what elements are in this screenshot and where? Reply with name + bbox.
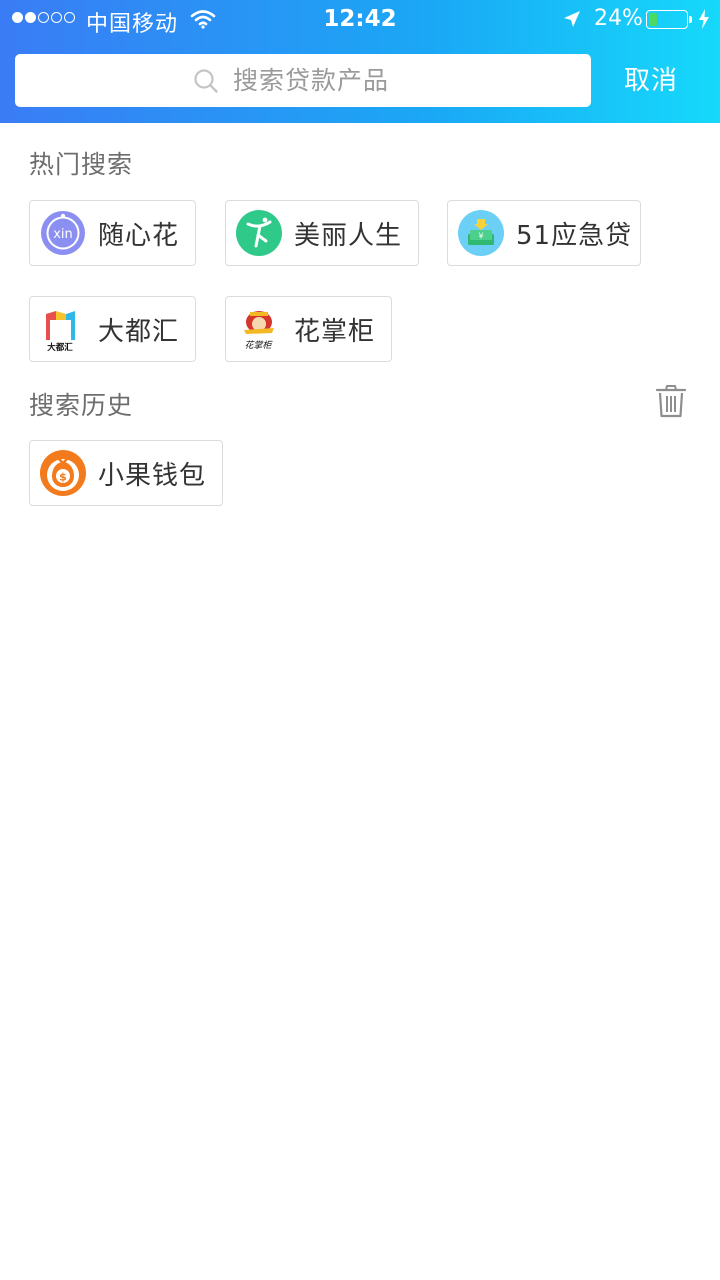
battery-percent: 24% bbox=[594, 6, 643, 31]
svg-text:花掌柜: 花掌柜 bbox=[244, 340, 273, 351]
hot-search-item-huazhanggui[interactable]: 花掌柜 花掌柜 bbox=[225, 296, 392, 362]
search-icon bbox=[194, 68, 218, 93]
search-history-title: 搜索历史 bbox=[29, 391, 134, 420]
hot-search-title: 热门搜索 bbox=[29, 150, 134, 179]
hot-search-item-51yingjidai[interactable]: ¥ 51应急贷 bbox=[447, 200, 641, 266]
xiaoguoqianbao-logo-icon: $ bbox=[40, 450, 86, 496]
search-input[interactable] bbox=[233, 66, 413, 95]
huazhanggui-logo-icon: 花掌柜 bbox=[236, 306, 282, 352]
suixinhua-logo-text: xin bbox=[53, 227, 73, 242]
header-bar: 中国移动 12:42 24% 取消 bbox=[0, 0, 720, 123]
trash-icon[interactable] bbox=[655, 384, 687, 418]
battery-icon bbox=[646, 10, 692, 29]
hot-search-item-label: 花掌柜 bbox=[294, 316, 376, 347]
battery-fill bbox=[649, 13, 657, 26]
hot-search-item-daduhui[interactable]: 大都汇 大都汇 bbox=[29, 296, 196, 362]
status-bar: 中国移动 12:42 24% bbox=[0, 0, 720, 40]
hot-search-item-suixinhua[interactable]: xin 随心花 bbox=[29, 200, 196, 266]
location-arrow-icon bbox=[564, 11, 580, 27]
search-box[interactable] bbox=[15, 54, 591, 107]
hot-search-item-label: 随心花 bbox=[98, 220, 180, 251]
yingjidai-logo-icon: ¥ bbox=[458, 210, 504, 256]
xiaoguoqianbao-logo-text: $ bbox=[59, 471, 67, 484]
hot-search-item-label: 51应急贷 bbox=[516, 220, 633, 251]
cancel-button[interactable]: 取消 bbox=[608, 62, 694, 100]
svg-text:¥: ¥ bbox=[478, 232, 483, 241]
svg-text:大都汇: 大都汇 bbox=[47, 342, 73, 352]
hot-search-item-label: 大都汇 bbox=[98, 316, 180, 347]
daduhui-logo-icon: 大都汇 bbox=[40, 306, 86, 352]
hot-search-item-meilirensheng[interactable]: 美丽人生 bbox=[225, 200, 419, 266]
history-item-xiaoguoqianbao[interactable]: $ 小果钱包 bbox=[29, 440, 223, 506]
meilirensheng-logo-icon bbox=[236, 210, 282, 256]
charging-bolt-icon bbox=[699, 9, 709, 29]
history-item-label: 小果钱包 bbox=[98, 460, 207, 491]
suixinhua-logo-icon: xin bbox=[41, 211, 85, 255]
hot-search-item-label: 美丽人生 bbox=[294, 220, 403, 251]
battery-nub bbox=[689, 16, 692, 23]
